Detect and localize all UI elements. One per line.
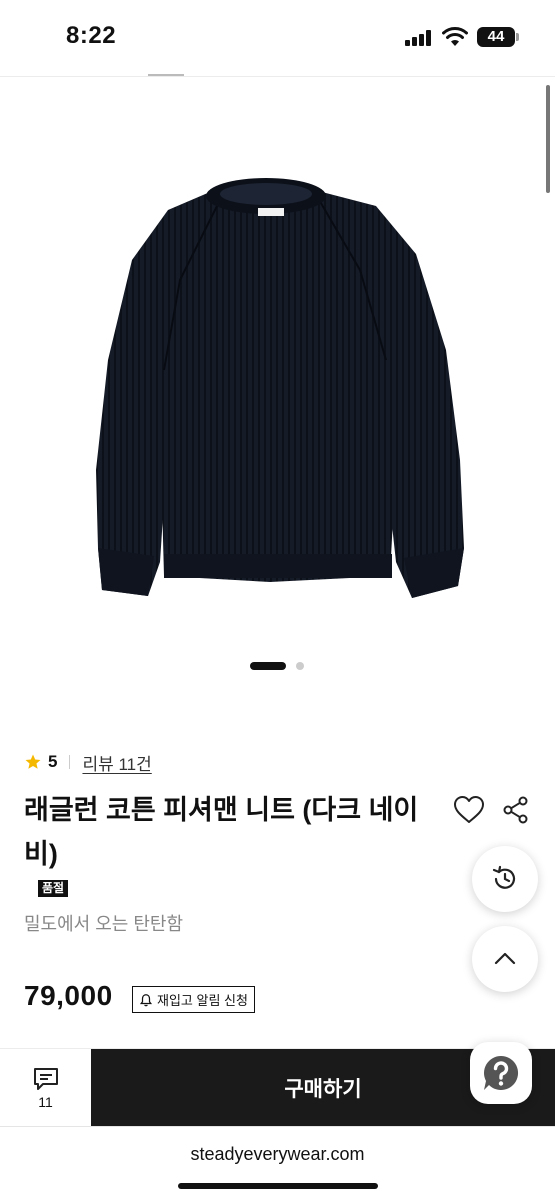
share-icon[interactable] <box>502 796 530 824</box>
review-count-link[interactable]: 리뷰 11건 <box>82 750 151 775</box>
product-image[interactable] <box>60 170 500 610</box>
scroll-top-button[interactable] <box>472 926 538 992</box>
history-icon <box>492 865 516 889</box>
top-divider <box>0 76 555 77</box>
product-price: 79,000 <box>24 980 113 1011</box>
tab-indicator <box>148 74 184 76</box>
status-bar: 8:22 44 <box>0 0 555 76</box>
heart-icon[interactable] <box>452 794 486 826</box>
recent-history-button[interactable] <box>472 846 538 912</box>
rating-row: 5 리뷰 11건 <box>24 748 152 776</box>
restock-alert-label: 재입고 알림 신청 <box>157 993 248 1008</box>
wifi-icon <box>442 27 468 46</box>
help-button[interactable] <box>470 1042 532 1104</box>
rating-separator <box>69 755 71 769</box>
url-text[interactable]: steadyeverywear.com <box>0 1144 555 1165</box>
chevron-up-icon <box>494 952 516 965</box>
status-time: 8:22 <box>66 22 117 49</box>
carousel-indicator <box>0 660 555 672</box>
star-icon <box>25 754 41 769</box>
battery-tip <box>516 33 519 41</box>
carousel-dot[interactable] <box>296 662 304 670</box>
browser-url-bar[interactable]: steadyeverywear.com <box>0 1126 555 1200</box>
bell-icon <box>139 993 153 1006</box>
battery-icon: 44 <box>477 27 515 47</box>
carousel-dot-active[interactable] <box>250 662 286 670</box>
product-subtitle: 밀도에서 오는 탄탄함 <box>24 914 184 934</box>
rating-value: 5 <box>48 752 58 771</box>
home-indicator[interactable] <box>178 1183 378 1189</box>
comment-icon <box>33 1068 58 1090</box>
scrollbar[interactable] <box>546 85 550 193</box>
comment-button[interactable]: 11 <box>0 1049 91 1127</box>
cellular-signal-icon <box>405 30 435 46</box>
restock-alert-button[interactable]: 재입고 알림 신청 <box>132 986 255 1013</box>
product-title: 래글런 코튼 피셔맨 니트 (다크 네이비) <box>24 795 419 869</box>
help-icon <box>484 1056 519 1090</box>
soldout-badge: 품절 <box>38 880 69 897</box>
comment-count: 11 <box>38 1094 53 1110</box>
